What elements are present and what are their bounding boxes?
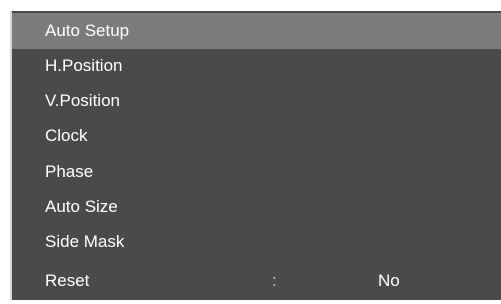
- menu-item-auto-setup[interactable]: Auto Setup: [12, 13, 501, 49]
- menu-item-label: Auto Size: [45, 197, 118, 216]
- menu-item-label: Reset: [45, 271, 90, 290]
- menu-item-clock[interactable]: Clock: [12, 118, 501, 154]
- menu-item-h-position[interactable]: H.Position: [12, 48, 501, 84]
- reset-value[interactable]: No: [378, 263, 400, 299]
- menu-item-v-position[interactable]: V.Position: [12, 83, 501, 119]
- menu-item-phase[interactable]: Phase: [12, 154, 501, 190]
- osd-menu: Auto Setup H.Position V.Position Clock P…: [10, 11, 501, 300]
- menu-item-reset[interactable]: Reset : No: [12, 263, 501, 299]
- menu-item-side-mask[interactable]: Side Mask: [12, 224, 501, 260]
- menu-item-auto-size[interactable]: Auto Size: [12, 189, 501, 225]
- menu-item-label: H.Position: [45, 56, 123, 75]
- menu-item-label: Auto Setup: [45, 21, 130, 40]
- menu-item-label: Side Mask: [45, 232, 125, 251]
- menu-item-label: V.Position: [45, 91, 120, 110]
- menu-item-label: Clock: [45, 126, 88, 145]
- reset-separator: :: [272, 271, 277, 290]
- menu-item-label: Phase: [45, 162, 94, 181]
